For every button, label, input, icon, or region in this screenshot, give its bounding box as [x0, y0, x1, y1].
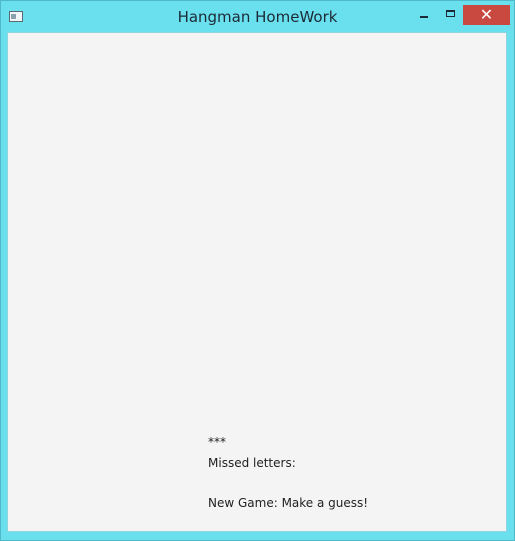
game-message: New Game: Make a guess!: [208, 496, 369, 510]
close-icon: ✕: [479, 4, 494, 24]
title-bar[interactable]: Hangman HomeWork ✕: [1, 1, 514, 32]
maximize-icon: [445, 9, 455, 17]
word-display: ***: [208, 435, 226, 449]
maximize-button[interactable]: [437, 5, 463, 25]
game-canvas[interactable]: *** Missed letters: New Game: Make a gue…: [7, 32, 507, 532]
minimize-icon: [420, 16, 428, 18]
minimize-button[interactable]: [411, 5, 437, 25]
app-window: Hangman HomeWork ✕ *** Missed letters: N…: [0, 0, 515, 541]
close-button[interactable]: ✕: [463, 5, 510, 25]
missed-letters-label: Missed letters:: [208, 456, 296, 470]
